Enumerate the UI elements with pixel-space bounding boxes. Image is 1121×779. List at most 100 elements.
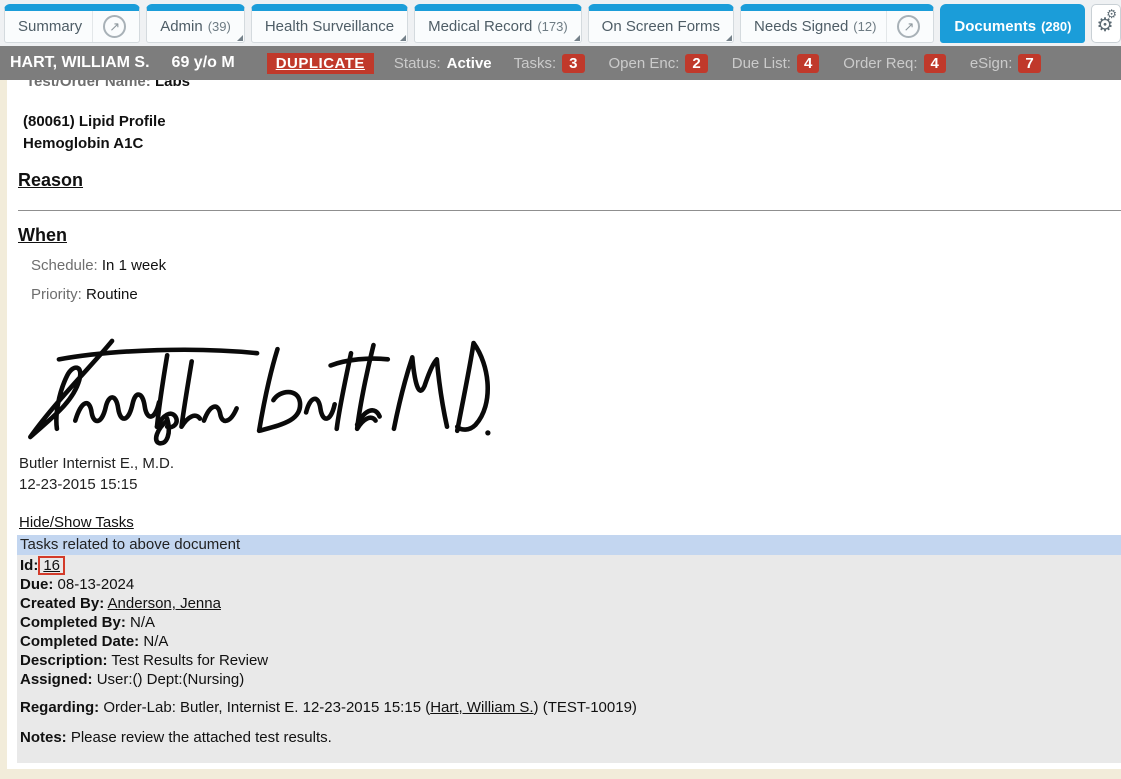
regarding-text-pre: Order-Lab: Butler, Internist E. 12-23-20… [103,699,430,716]
tab-label: Health Surveillance [265,18,394,35]
task-details-block: Id: 16 Due: 08-13-2024 Created By: Anders… [17,555,1121,763]
duplicate-badge[interactable]: DUPLICATE [267,53,374,74]
counter-badge[interactable]: 4 [924,54,946,73]
section-divider [18,210,1121,211]
patient-banner: HART, WILLIAM S. 69 y/o M DUPLICATE Stat… [0,46,1121,80]
popout-arrow-icon[interactable]: ↗ [897,15,920,38]
tab-count: (39) [208,19,231,34]
tab-summary[interactable]: Summary ↗ [4,4,140,43]
counter-tasks: Tasks: 3 [514,54,585,73]
patient-link[interactable]: Hart, William S. [430,699,533,716]
status-label: Status: [394,55,441,72]
popout-divider: ↗ [92,11,126,42]
counter-due-list: Due List: 4 [732,54,820,73]
tab-documents[interactable]: Documents (280) [940,4,1085,43]
created-by-link[interactable]: Anderson, Jenna [108,595,221,612]
counter-label: Order Req: [843,55,917,72]
tab-count: (280) [1041,19,1071,34]
frame-bottom-border [0,769,1121,779]
tab-bar: Summary ↗ Admin (39) Health Surveillance… [0,0,1121,46]
test-order-value: Labs [155,80,190,90]
field-label: Description: [20,652,108,669]
gear-icon-small: ⚙ [1106,7,1117,21]
task-field-id: Id: 16 [20,556,1121,575]
tab-count: (12) [853,19,876,34]
schedule-value: In 1 week [102,257,166,274]
tab-needs-signed[interactable]: Needs Signed (12) ↗ [740,4,934,43]
field-label: Due: [20,576,53,593]
hide-show-tasks-link[interactable]: Hide/Show Tasks [19,514,134,531]
tab-on-screen-forms[interactable]: On Screen Forms [588,4,734,43]
task-id-link[interactable]: 16 [43,557,60,574]
counter-badge[interactable]: 4 [797,54,819,73]
task-field-regarding: Regarding: Order-Lab: Butler, Internist … [20,698,1121,717]
tab-menu-fold-icon [237,35,243,41]
counter-badge[interactable]: 3 [562,54,584,73]
popout-divider: ↗ [886,11,920,42]
task-field-description: Description: Test Results for Review [20,651,1121,670]
task-field-notes: Notes: Please review the attached test r… [20,728,1121,747]
field-label: Notes: [20,729,67,746]
field-value: Test Results for Review [111,652,268,669]
status-value: Active [447,55,492,72]
task-field-completed-by: Completed By: N/A [20,613,1121,632]
counter-label: Tasks: [514,55,557,72]
signed-by-name: Butler Internist E., M.D. [19,453,174,474]
focus-highlight-box: 16 [38,556,65,575]
order-item: Hemoglobin A1C [23,133,166,155]
counter-label: Due List: [732,55,791,72]
tasks-header-row: Tasks related to above document [17,535,1121,555]
order-item: (80061) Lipid Profile [23,111,166,133]
patient-name: HART, WILLIAM S. [10,54,150,72]
schedule-line: Schedule: In 1 week [31,257,166,274]
counter-label: Open Enc: [609,55,680,72]
when-heading: When [18,225,67,246]
reason-heading: Reason [18,170,83,191]
field-label: Completed By: [20,614,126,631]
test-order-line: Test/Order Name: Labs [26,80,190,90]
field-value: User:() Dept:(Nursing) [97,671,245,688]
regarding-text-post: ) (TEST-10019) [534,699,637,716]
tab-menu-fold-icon [400,35,406,41]
tab-label: Medical Record [428,18,532,35]
tab-medical-record[interactable]: Medical Record (173) [414,4,582,43]
tab-label: Needs Signed [754,18,848,35]
field-label: Regarding: [20,699,99,716]
tab-admin[interactable]: Admin (39) [146,4,245,43]
counter-badge[interactable]: 7 [1018,54,1040,73]
field-label: Completed Date: [20,633,139,650]
tab-label: Admin [160,18,203,35]
patient-age-sex: 69 y/o M [172,54,235,72]
signed-datetime: 12-23-2015 15:15 [19,474,174,495]
tab-label: Summary [18,18,82,35]
field-value: N/A [143,633,168,650]
tab-label: On Screen Forms [602,18,720,35]
signature-block: Butler Internist E., M.D. 12-23-2015 15:… [19,453,174,495]
tab-menu-fold-icon [726,35,732,41]
app-window: Summary ↗ Admin (39) Health Surveillance… [0,0,1121,779]
counter-esign: eSign: 7 [970,54,1041,73]
field-value: Please review the attached test results. [71,729,332,746]
order-items: (80061) Lipid Profile Hemoglobin A1C [23,111,166,155]
priority-line: Priority: Routine [31,286,138,303]
task-field-due: Due: 08-13-2024 [20,575,1121,594]
task-field-created-by: Created By: Anderson, Jenna [20,594,1121,613]
tab-label: Documents [954,18,1036,35]
field-label: Assigned: [20,671,93,688]
document-viewer: Test/Order Name: Labs (80061) Lipid Prof… [0,80,1121,779]
schedule-label: Schedule: [31,257,98,274]
settings-button[interactable]: ⚙ ⚙ [1091,4,1121,43]
counter-badge[interactable]: 2 [685,54,707,73]
popout-arrow-icon[interactable]: ↗ [103,15,126,38]
task-field-assigned: Assigned: User:() Dept:(Nursing) [20,670,1121,689]
frame-left-border [0,80,7,779]
field-label: Id: [20,557,38,574]
field-label: Created By: [20,595,104,612]
counter-order-req: Order Req: 4 [843,54,946,73]
tab-health-surveillance[interactable]: Health Surveillance [251,4,408,43]
signature-image [14,330,494,452]
tab-menu-fold-icon [574,35,580,41]
test-order-label: Test/Order Name: [26,80,151,90]
counter-label: eSign: [970,55,1013,72]
priority-label: Priority: [31,286,82,303]
